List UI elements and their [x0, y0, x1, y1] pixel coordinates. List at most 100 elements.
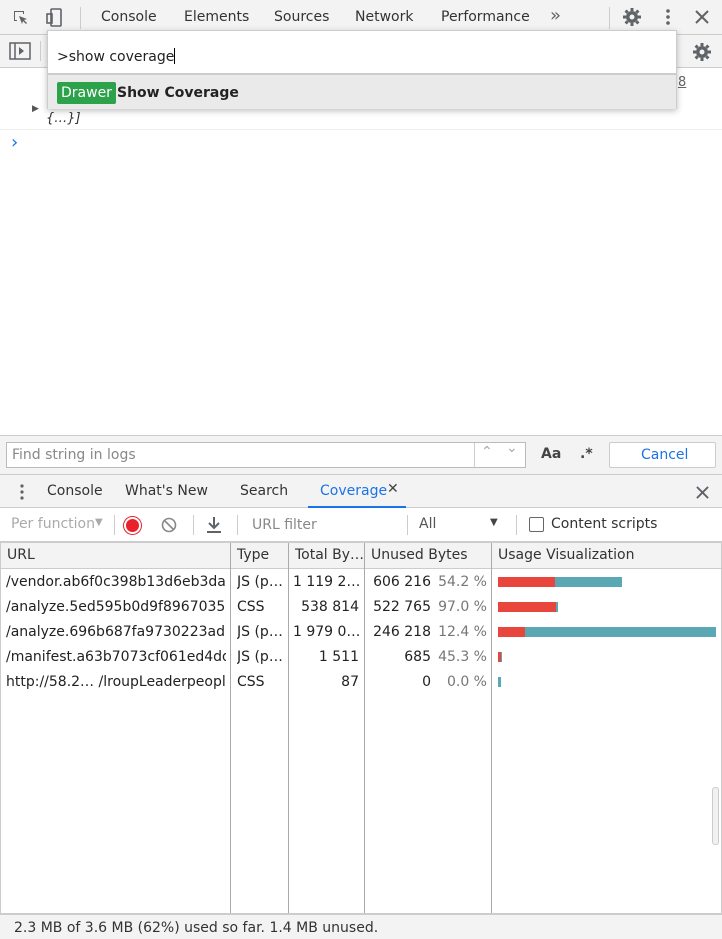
header-type[interactable]: Type [237, 547, 269, 563]
header-total-bytes[interactable]: Total By… [295, 547, 364, 563]
cell-type: JS (p… [237, 649, 283, 665]
more-options-kebab-icon[interactable] [658, 6, 678, 28]
table-row[interactable]: /analyze.5ed595b0d9f896703553 CSS 538 814 5… [1, 595, 721, 620]
usage-bar-unused [498, 677, 501, 687]
console-settings-gear-icon[interactable] [691, 41, 713, 63]
scrollbar-thumb[interactable] [712, 787, 719, 845]
coverage-tab-label: Coverage [320, 483, 388, 499]
drawer-tab-console[interactable]: Console [47, 483, 103, 499]
cell-unused-bytes: 246 218 [373, 624, 431, 640]
console-prompt-icon[interactable]: › [11, 132, 18, 153]
url-filter-input[interactable]: URL filter [252, 517, 317, 533]
drawer-tab-whats-new[interactable]: What's New [125, 483, 208, 499]
cell-unused-bytes: 606 216 [373, 574, 431, 590]
table-row[interactable]: /vendor.ab6f0c398b13d6eb3da5. JS (p… 1 119… [1, 570, 721, 595]
mode-dropdown-arrow-icon: ▼ [95, 517, 103, 528]
command-input[interactable]: >show coverage [57, 48, 176, 65]
table-row[interactable]: /manifest.a63b7073cf061ed4dde- JS (p… 1 51… [1, 645, 721, 670]
device-toolbar-icon[interactable] [44, 7, 66, 29]
cell-url: /vendor.ab6f0c398b13d6eb3da5. [6, 574, 226, 590]
cell-type: JS (p… [237, 574, 283, 590]
tab-performance[interactable]: Performance [441, 9, 530, 25]
cancel-button[interactable]: Cancel [609, 442, 716, 468]
find-bar: Find string in logs ⌃ ⌄ Aa .* Cancel [0, 435, 722, 475]
cell-url: http://58.2… /lroupLeaderpeople [6, 674, 226, 690]
find-input[interactable]: Find string in logs ⌃ ⌄ [6, 440, 526, 468]
console-output: 8 ▶ {…}] › [0, 68, 722, 435]
usage-bar-used [498, 602, 557, 612]
drawer-tab-search[interactable]: Search [240, 483, 288, 499]
content-scripts-label: Content scripts [551, 516, 658, 532]
cell-total-bytes: 1 979 0… [293, 624, 359, 640]
header-url[interactable]: URL [7, 547, 35, 563]
cell-type: CSS [237, 599, 265, 615]
cell-unused-percent: 97.0 % [438, 599, 487, 615]
find-previous-icon[interactable]: ⌃ [481, 444, 493, 460]
usage-bar-unused [556, 602, 558, 612]
cell-total-bytes: 1 511 [318, 649, 359, 665]
cell-total-bytes: 1 119 2… [293, 574, 359, 590]
category-badge: Drawer [57, 82, 116, 104]
object-preview[interactable]: {…}] [46, 111, 81, 126]
drawer-tab-coverage[interactable]: Coverage ✕ [308, 475, 406, 508]
table-row[interactable]: http://58.2… /lroupLeaderpeople CSS 87 0 0.0… [1, 670, 721, 695]
find-placeholder: Find string in logs [12, 447, 136, 463]
type-dropdown-arrow-icon: ▼ [490, 517, 498, 528]
find-next-icon[interactable]: ⌄ [506, 440, 518, 456]
coverage-toolbar: Per function ▼ URL filter All ▼ Content … [0, 508, 722, 542]
cell-unused-percent: 0.0 % [446, 674, 487, 690]
coverage-table: URL Type Total By… Unused Bytes Usage Vi… [0, 542, 722, 914]
tab-console[interactable]: Console [101, 9, 157, 25]
content-scripts-checkbox[interactable] [529, 517, 544, 532]
usage-bar-unused [525, 627, 716, 637]
cell-unused-bytes: 522 765 [373, 599, 431, 615]
record-icon[interactable] [124, 517, 141, 534]
table-row[interactable]: /analyze.696b687fa9730223adbe JS (p… 1 979… [1, 620, 721, 645]
usage-bar-unused [500, 652, 503, 662]
cancel-label: Cancel [641, 447, 689, 463]
type-filter-select[interactable]: All [419, 516, 436, 532]
command-suggestion[interactable]: Drawer Show Coverage [48, 75, 676, 109]
cell-type: JS (p… [237, 624, 283, 640]
drawer-menu-kebab-icon[interactable] [18, 483, 26, 501]
cell-unused-percent: 45.3 % [438, 649, 487, 665]
close-drawer-icon[interactable] [693, 483, 711, 501]
command-title: Show Coverage [117, 85, 239, 101]
coverage-summary: 2.3 MB of 3.6 MB (62%) used so far. 1.4 … [14, 920, 379, 936]
tab-elements[interactable]: Elements [184, 9, 249, 25]
status-bar: 2.3 MB of 3.6 MB (62%) used so far. 1.4 … [0, 914, 722, 939]
cell-type: CSS [237, 674, 265, 690]
close-coverage-tab-icon[interactable]: ✕ [387, 481, 399, 497]
cell-url: /analyze.696b687fa9730223adbe [6, 624, 226, 640]
command-menu: >show coverage Drawer Show Coverage [47, 30, 677, 109]
regex-button[interactable]: .* [580, 446, 593, 462]
cell-total-bytes: 538 814 [301, 599, 359, 615]
coverage-mode-select[interactable]: Per function [11, 516, 95, 532]
cell-unused-percent: 12.4 % [438, 624, 487, 640]
clear-icon[interactable] [160, 516, 178, 534]
cell-url: /analyze.5ed595b0d9f896703553 [6, 599, 226, 615]
header-unused-bytes[interactable]: Unused Bytes [371, 547, 468, 563]
cell-total-bytes: 87 [341, 674, 359, 690]
settings-gear-icon[interactable] [621, 6, 643, 28]
cell-unused-percent: 54.2 % [438, 574, 487, 590]
drawer-tab-bar: Console What's New Search Coverage ✕ [0, 475, 722, 508]
source-link[interactable]: 8 [678, 75, 686, 90]
header-usage-visualization[interactable]: Usage Visualization [498, 547, 635, 563]
inspect-element-icon[interactable] [10, 7, 32, 29]
export-download-icon[interactable] [205, 515, 223, 535]
table-header: URL Type Total By… Unused Bytes Usage Vi… [1, 543, 721, 569]
cell-unused-bytes: 685 [404, 649, 431, 665]
match-case-button[interactable]: Aa [541, 446, 561, 462]
cell-url: /manifest.a63b7073cf061ed4dde- [6, 649, 226, 665]
tab-sources[interactable]: Sources [274, 9, 329, 25]
usage-bar-used [498, 627, 526, 637]
usage-bar-used [498, 577, 555, 587]
more-tabs-button[interactable]: » [550, 5, 561, 26]
close-devtools-icon[interactable] [692, 7, 712, 27]
show-sidebar-icon[interactable] [8, 41, 32, 61]
expand-triangle-icon[interactable]: ▶ [32, 104, 39, 114]
usage-bar-unused [554, 577, 623, 587]
tab-network[interactable]: Network [355, 9, 413, 25]
cell-unused-bytes: 0 [422, 674, 431, 690]
